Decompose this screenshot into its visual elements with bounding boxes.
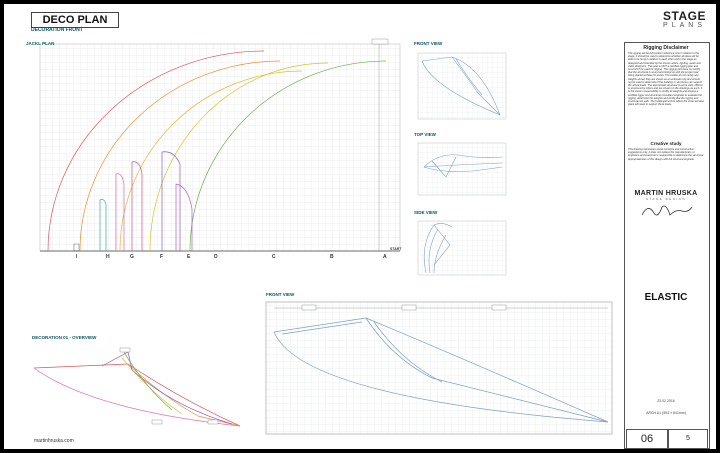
axis-letter-b: B: [330, 254, 334, 260]
sheet-number: 06: [626, 429, 668, 449]
front-view-small-label: FRONT VIEW: [414, 41, 443, 46]
overview-panel: [33, 347, 241, 427]
brand-line-1: STAGE: [663, 9, 706, 23]
axis-letter-c: C: [272, 254, 276, 260]
jack-plan-label: JACKL PLAN: [26, 41, 55, 46]
side-view-panel: [417, 220, 507, 276]
top-view-panel: [417, 142, 507, 196]
axis-letter-h: H: [106, 254, 110, 260]
axis-letter-i: I: [76, 254, 78, 260]
creative-study-title: Creative study: [650, 141, 682, 146]
designer-block: MARTIN HRUSKA STAGE DESIGN: [626, 190, 706, 226]
axis-letter-a: A: [383, 254, 387, 260]
designer-name: MARTIN HRUSKA: [634, 190, 698, 197]
brand-line-2: PLANS: [663, 22, 706, 29]
start-label: START: [390, 247, 402, 251]
front-view-large-label: FRONT VIEW: [266, 292, 295, 297]
front-view-small-panel: [417, 52, 507, 120]
drawing-sheet: DECO PLAN DECORATION FRONT JACKL PLAN I …: [4, 4, 716, 449]
project-name: ELASTIC: [644, 292, 688, 303]
date-value: 23.02.2016: [657, 399, 675, 403]
jack-plan-panel: [39, 38, 401, 252]
disclaimer-text: The rigging will be full position refere…: [628, 52, 704, 107]
page-subtitle: DECORATION FRONT: [31, 27, 83, 33]
axis-letter-d: D: [214, 254, 218, 260]
sheet-total: 5: [668, 429, 708, 449]
front-view-large-panel: [265, 301, 613, 435]
website-link[interactable]: martinhruska.com: [34, 438, 74, 444]
axis-letter-f: F: [160, 254, 164, 260]
format-value: ARCH A1 (594 × 841mm): [646, 411, 686, 415]
page-title: DECO PLAN: [31, 12, 119, 28]
disclaimer-title: Rigging Disclaimer: [643, 45, 689, 51]
brand-logo: STAGE PLANS: [630, 10, 706, 30]
signature-icon: [641, 205, 693, 216]
axis-letter-g: G: [130, 254, 134, 260]
axis-letter-e: E: [187, 254, 191, 260]
creative-study-text: This drawing represents visual concepts …: [628, 148, 704, 161]
